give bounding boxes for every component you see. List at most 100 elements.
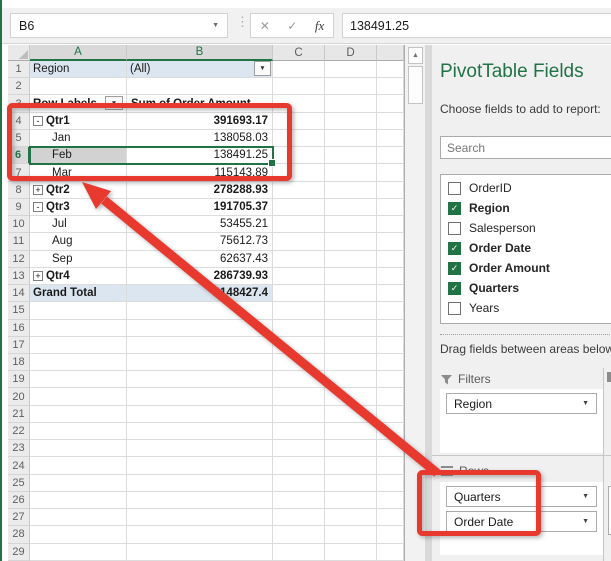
row-header-4[interactable]: 4 bbox=[8, 113, 30, 130]
cell[interactable] bbox=[127, 475, 273, 492]
cell[interactable] bbox=[377, 268, 404, 285]
cell[interactable] bbox=[325, 423, 377, 440]
row-header-8[interactable]: 8 bbox=[8, 182, 30, 199]
cell[interactable] bbox=[377, 130, 404, 147]
cell[interactable] bbox=[377, 354, 404, 371]
cell[interactable] bbox=[325, 182, 377, 199]
row-header-2[interactable]: 2 bbox=[8, 78, 30, 95]
cell[interactable] bbox=[273, 492, 325, 509]
field-checkbox[interactable] bbox=[448, 302, 461, 315]
cell[interactable] bbox=[377, 371, 404, 388]
cell[interactable] bbox=[377, 457, 404, 474]
cell[interactable] bbox=[30, 475, 127, 492]
cell[interactable] bbox=[377, 544, 404, 561]
cell[interactable] bbox=[273, 78, 325, 95]
select-all-corner[interactable] bbox=[8, 45, 30, 61]
cell[interactable] bbox=[377, 95, 404, 112]
field-checkbox[interactable] bbox=[448, 222, 461, 235]
field-checkbox[interactable]: ✓ bbox=[448, 282, 461, 295]
cell[interactable]: 278288.93 bbox=[127, 182, 273, 199]
cell[interactable] bbox=[127, 440, 273, 457]
scrollbar-thumb[interactable] bbox=[408, 66, 423, 104]
cell[interactable]: 75612.73 bbox=[127, 233, 273, 250]
chevron-down-icon[interactable]: ▼ bbox=[582, 493, 589, 500]
cell[interactable]: Sum of Order Amount bbox=[127, 95, 273, 112]
cell[interactable]: Mar bbox=[30, 164, 127, 181]
cell[interactable] bbox=[377, 440, 404, 457]
cell[interactable] bbox=[273, 61, 325, 78]
cell[interactable] bbox=[325, 371, 377, 388]
field-item[interactable]: ✓Order Amount bbox=[441, 258, 611, 278]
cell[interactable] bbox=[325, 285, 377, 302]
cell[interactable] bbox=[273, 354, 325, 371]
vertical-scrollbar[interactable]: ▲ bbox=[404, 45, 425, 561]
cell[interactable] bbox=[273, 113, 325, 130]
cell[interactable] bbox=[127, 526, 273, 543]
cell[interactable] bbox=[325, 406, 377, 423]
insert-function-icon[interactable]: fx bbox=[315, 18, 324, 34]
search-input[interactable] bbox=[440, 136, 611, 159]
cell[interactable] bbox=[30, 440, 127, 457]
cell[interactable] bbox=[273, 509, 325, 526]
cell[interactable] bbox=[325, 526, 377, 543]
cell[interactable] bbox=[127, 406, 273, 423]
cell[interactable] bbox=[127, 388, 273, 405]
cell[interactable] bbox=[377, 509, 404, 526]
cell[interactable] bbox=[325, 130, 377, 147]
field-item[interactable]: ✓Region bbox=[441, 198, 611, 218]
cell[interactable]: Row Labels▼ bbox=[30, 95, 127, 112]
cell[interactable] bbox=[273, 182, 325, 199]
cell[interactable] bbox=[377, 302, 404, 319]
cell[interactable] bbox=[377, 233, 404, 250]
row-header-1[interactable]: 1 bbox=[8, 61, 30, 78]
cell[interactable] bbox=[377, 492, 404, 509]
cell[interactable] bbox=[127, 354, 273, 371]
row-header-5[interactable]: 5 bbox=[8, 130, 30, 147]
field-checkbox[interactable]: ✓ bbox=[448, 242, 461, 255]
formula-input[interactable]: 138491.25 bbox=[342, 13, 611, 38]
column-header-partial[interactable] bbox=[377, 45, 404, 61]
cell[interactable] bbox=[325, 457, 377, 474]
cell[interactable]: Grand Total bbox=[30, 285, 127, 302]
expand-icon[interactable]: + bbox=[33, 185, 43, 195]
cell[interactable]: +Qtr4 bbox=[30, 268, 127, 285]
cell[interactable] bbox=[273, 457, 325, 474]
cell[interactable] bbox=[377, 147, 404, 164]
cell[interactable]: 391693.17 bbox=[127, 113, 273, 130]
row-header-21[interactable]: 21 bbox=[8, 406, 30, 423]
filters-drop-zone[interactable]: Region▼ bbox=[440, 389, 603, 453]
field-item[interactable]: Salesperson bbox=[441, 218, 611, 238]
row-header-3[interactable]: 3 bbox=[8, 95, 30, 112]
cell[interactable] bbox=[127, 492, 273, 509]
collapse-icon[interactable]: - bbox=[33, 116, 43, 126]
cell[interactable] bbox=[325, 113, 377, 130]
expand-icon[interactable]: + bbox=[33, 271, 43, 281]
row-header-19[interactable]: 19 bbox=[8, 371, 30, 388]
cell[interactable]: (All)▼ bbox=[127, 61, 273, 78]
cell[interactable] bbox=[273, 302, 325, 319]
cell[interactable] bbox=[377, 164, 404, 181]
cell[interactable] bbox=[273, 371, 325, 388]
cell[interactable] bbox=[325, 251, 377, 268]
column-header-C[interactable]: C bbox=[273, 45, 325, 61]
field-item[interactable]: Years bbox=[441, 298, 611, 318]
row-header-17[interactable]: 17 bbox=[8, 337, 30, 354]
cell[interactable] bbox=[30, 388, 127, 405]
cell[interactable]: +Qtr2 bbox=[30, 182, 127, 199]
column-header-A[interactable]: A bbox=[30, 45, 127, 61]
cell[interactable] bbox=[377, 320, 404, 337]
cell[interactable]: -Qtr1 bbox=[30, 113, 127, 130]
cell[interactable]: 53455.21 bbox=[127, 216, 273, 233]
enter-icon[interactable]: ✓ bbox=[287, 19, 297, 33]
cell[interactable]: Jul bbox=[30, 216, 127, 233]
cell[interactable] bbox=[30, 509, 127, 526]
row-header-6[interactable]: 6 bbox=[8, 147, 30, 164]
cell[interactable] bbox=[325, 233, 377, 250]
cell[interactable] bbox=[377, 251, 404, 268]
row-header-28[interactable]: 28 bbox=[8, 526, 30, 543]
cell[interactable] bbox=[30, 544, 127, 561]
cell[interactable]: 286739.93 bbox=[127, 268, 273, 285]
cell[interactable] bbox=[325, 509, 377, 526]
cell[interactable] bbox=[273, 199, 325, 216]
cell[interactable] bbox=[325, 268, 377, 285]
